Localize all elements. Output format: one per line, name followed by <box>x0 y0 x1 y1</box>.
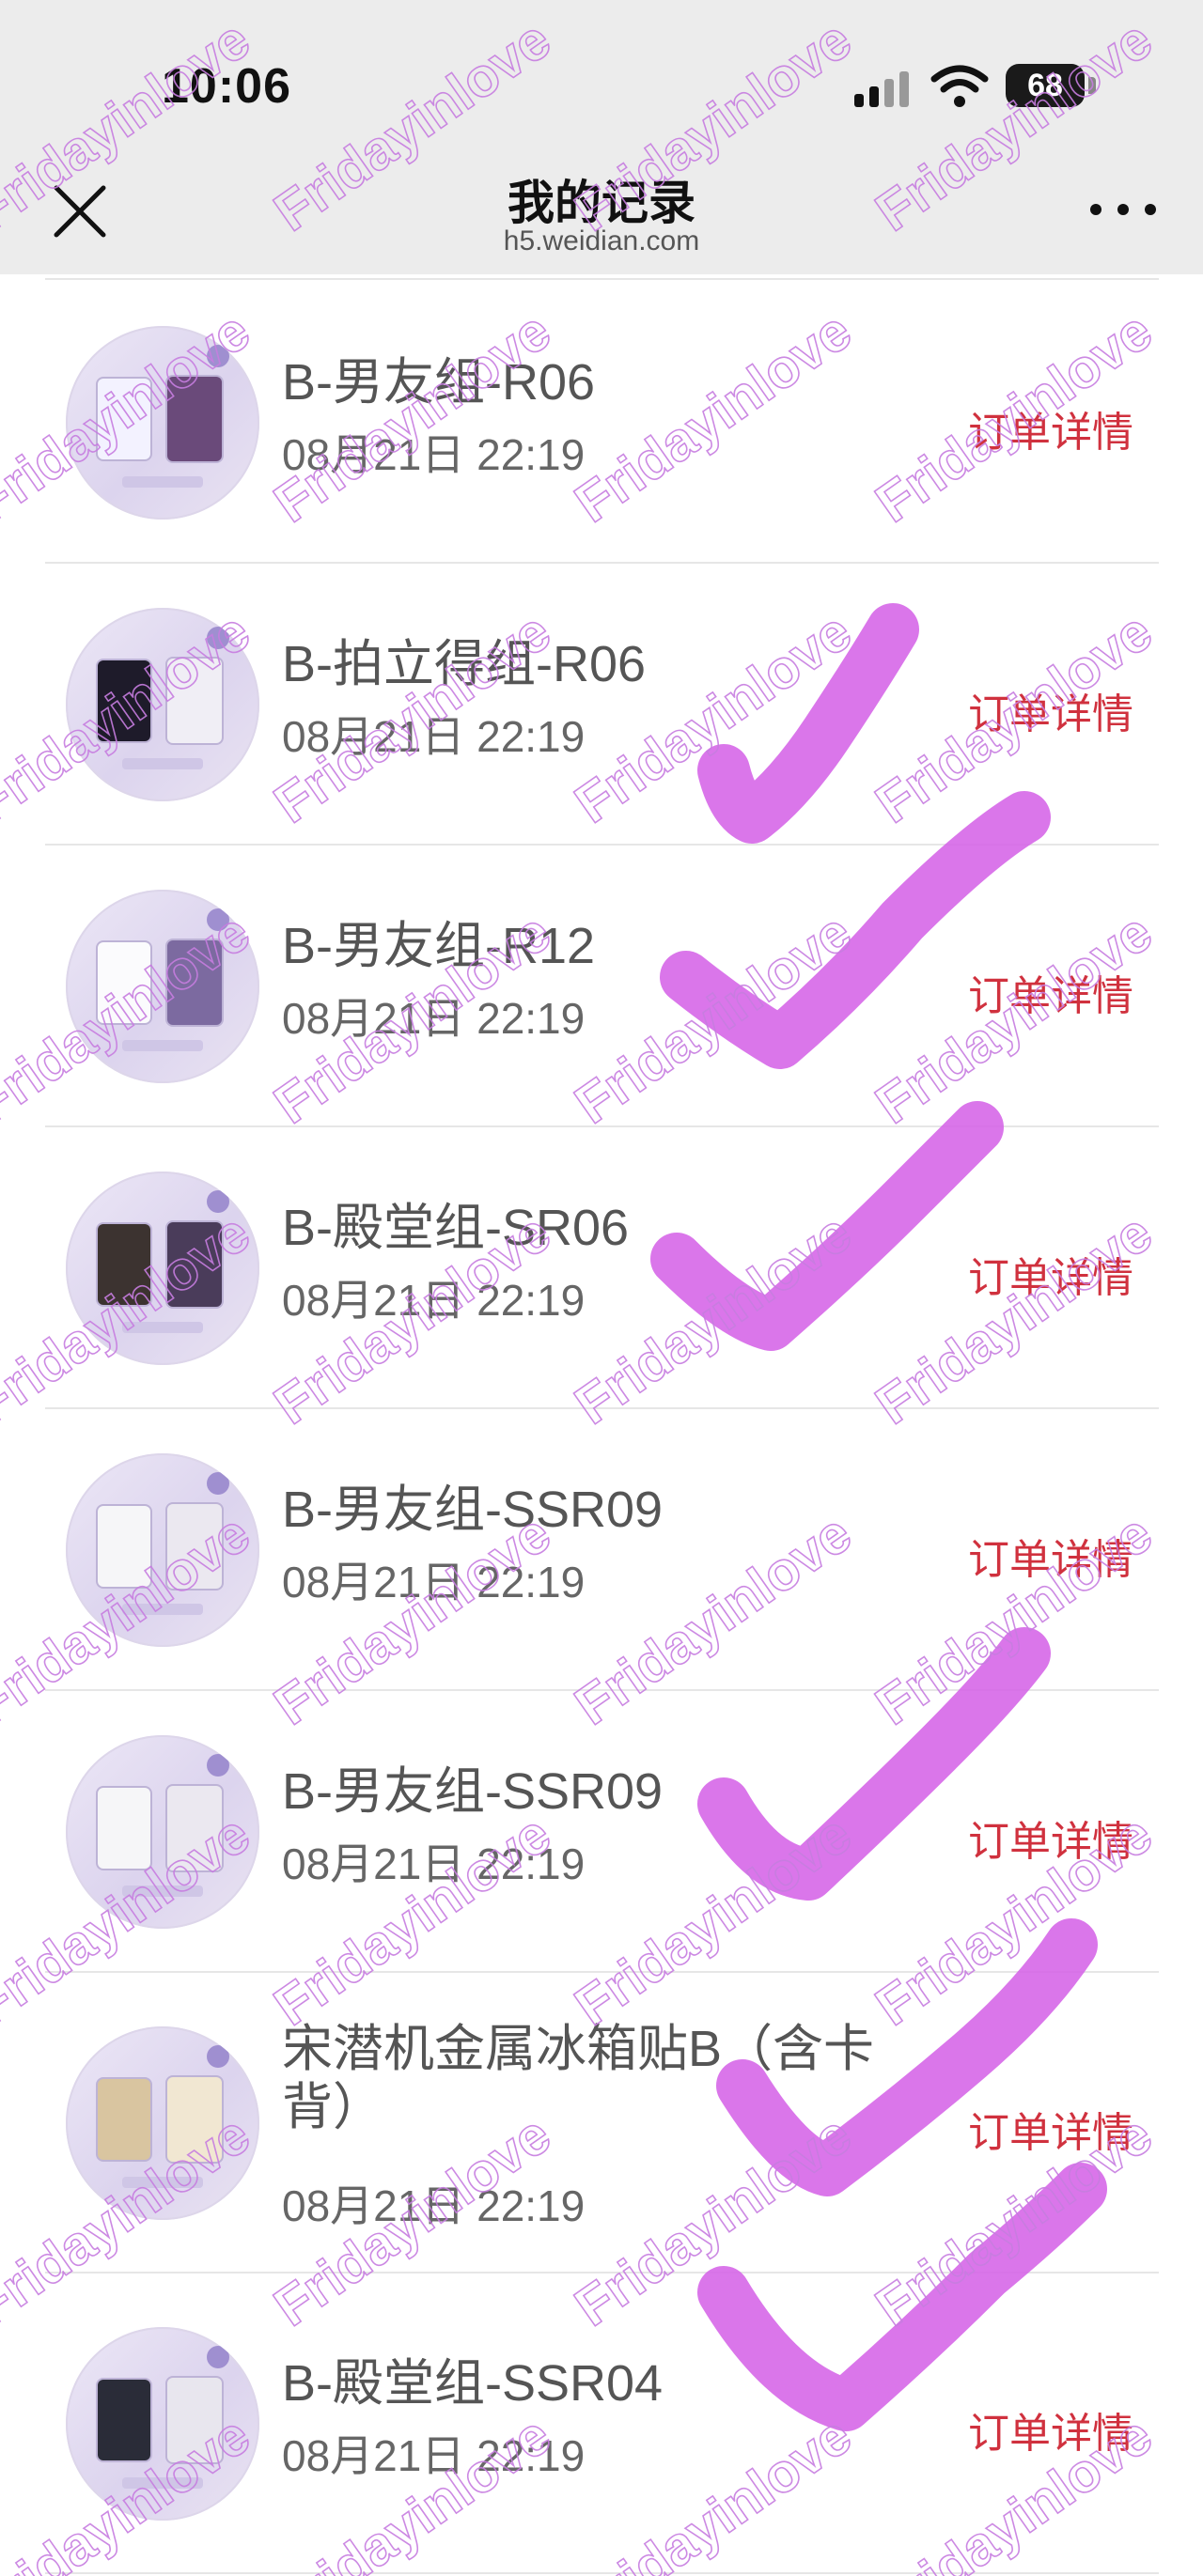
thumbnail-card <box>167 940 222 1025</box>
order-detail-link[interactable]: 订单详情 <box>968 2399 1133 2460</box>
thumbnail-badge <box>207 1472 229 1495</box>
record-row[interactable]: B-殿堂组-SSR04 08月21日 22:19 订单详情 <box>0 2273 1203 2574</box>
order-detail-link[interactable]: 订单详情 <box>968 962 1133 1022</box>
thumbnail-card <box>98 2079 150 2160</box>
thumbnail-card <box>98 942 150 1023</box>
product-name: B-男友组-SSR09 <box>282 1482 664 1538</box>
thumbnail-badge <box>207 2045 229 2068</box>
product-name: B-男友组-SSR09 <box>282 1763 664 1820</box>
thumbnail-badge <box>207 2346 229 2368</box>
order-detail-link[interactable]: 订单详情 <box>968 680 1133 740</box>
order-time: 08月21日 22:19 <box>282 712 586 761</box>
thumbnail-card <box>98 1224 150 1305</box>
order-time: 08月21日 22:19 <box>282 1276 586 1325</box>
thumbnail-card <box>167 1504 222 1589</box>
more-dot <box>1145 204 1156 215</box>
record-row[interactable]: B-殿堂组-SR06 08月21日 22:19 订单详情 <box>0 1127 1203 1409</box>
thumbnail-card <box>98 1788 150 1869</box>
order-time: 08月21日 22:19 <box>282 430 586 479</box>
product-name: B-殿堂组-SSR04 <box>282 2355 664 2412</box>
thumbnail-card <box>167 2077 222 2162</box>
product-thumbnail <box>66 1735 259 1929</box>
thumbnail-card <box>167 377 222 461</box>
thumbnail-card <box>98 660 150 741</box>
more-dot <box>1117 204 1129 215</box>
thumbnail-badge <box>207 908 229 931</box>
thumbnail-strip <box>122 758 203 769</box>
product-thumbnail <box>66 608 259 801</box>
thumbnail-card <box>167 1222 222 1307</box>
thumbnail-card <box>167 659 222 743</box>
order-time: 08月21日 22:19 <box>282 2431 586 2480</box>
order-detail-link[interactable]: 订单详情 <box>968 1808 1133 1868</box>
thumbnail-card <box>98 1506 150 1587</box>
thumbnail-strip <box>122 2177 203 2188</box>
product-name: B-男友组-R06 <box>282 354 596 411</box>
thumbnail-strip <box>122 1885 203 1897</box>
product-name: B-男友组-R12 <box>282 918 596 974</box>
thumbnail-strip <box>122 2477 203 2489</box>
product-thumbnail <box>66 2026 259 2220</box>
cellular-signal-icon <box>854 71 909 107</box>
record-row[interactable]: B-男友组-SSR09 08月21日 22:19 订单详情 <box>0 1691 1203 1973</box>
product-thumbnail <box>66 890 259 1083</box>
battery-icon: 68 <box>1006 64 1085 107</box>
record-row[interactable]: B-男友组-R06 08月21日 22:19 订单详情 <box>0 282 1203 564</box>
thumbnail-badge <box>207 627 229 649</box>
order-time: 08月21日 22:19 <box>282 2181 586 2230</box>
page-domain: h5.weidian.com <box>503 225 700 256</box>
status-time: 10:06 <box>162 59 291 114</box>
thumbnail-badge <box>207 345 229 367</box>
product-thumbnail <box>66 1453 259 1647</box>
more-icon[interactable] <box>1090 195 1156 224</box>
order-time: 08月21日 22:19 <box>282 1839 586 1888</box>
product-thumbnail <box>66 1172 259 1365</box>
thumbnail-strip <box>122 1322 203 1333</box>
product-name: B-拍立得组-R06 <box>282 636 647 692</box>
order-detail-link[interactable]: 订单详情 <box>968 1244 1133 1304</box>
record-row[interactable]: 宋潜机金属冰箱贴B（含卡背） 08月21日 22:19 订单详情 <box>0 1973 1203 2273</box>
record-row[interactable]: B-男友组-R12 08月21日 22:19 订单详情 <box>0 846 1203 1127</box>
order-detail-link[interactable]: 订单详情 <box>968 2099 1133 2159</box>
order-detail-link[interactable]: 订单详情 <box>968 398 1133 458</box>
thumbnail-card <box>98 2380 150 2460</box>
order-time: 08月21日 22:19 <box>282 994 586 1043</box>
product-name: 宋潜机金属冰箱贴B（含卡背） <box>282 2021 875 2135</box>
thumbnail-card <box>98 379 150 459</box>
order-detail-link[interactable]: 订单详情 <box>968 1526 1133 1586</box>
top-bar: 10:06 68 我的记录 h5.weidian.com <box>0 0 1203 274</box>
thumbnail-strip <box>122 1604 203 1615</box>
thumbnail-badge <box>207 1190 229 1213</box>
thumbnail-card <box>167 1786 222 1870</box>
battery-level: 68 <box>1027 67 1063 103</box>
row-divider <box>45 278 1159 280</box>
product-thumbnail <box>66 2327 259 2521</box>
more-dot <box>1090 204 1101 215</box>
thumbnail-strip <box>122 1040 203 1051</box>
thumbnail-card <box>167 2378 222 2462</box>
record-row[interactable]: B-男友组-SSR09 08月21日 22:19 订单详情 <box>0 1409 1203 1691</box>
thumbnail-strip <box>122 476 203 488</box>
row-divider <box>45 2572 1159 2574</box>
product-name: B-殿堂组-SR06 <box>282 1200 630 1256</box>
thumbnail-badge <box>207 1754 229 1777</box>
page-title: 我的记录 <box>508 177 695 229</box>
product-thumbnail <box>66 326 259 520</box>
record-row[interactable]: B-拍立得组-R06 08月21日 22:19 订单详情 <box>0 564 1203 846</box>
order-time: 08月21日 22:19 <box>282 1558 586 1606</box>
battery-cap <box>1088 77 1096 94</box>
wifi-icon <box>930 65 989 107</box>
